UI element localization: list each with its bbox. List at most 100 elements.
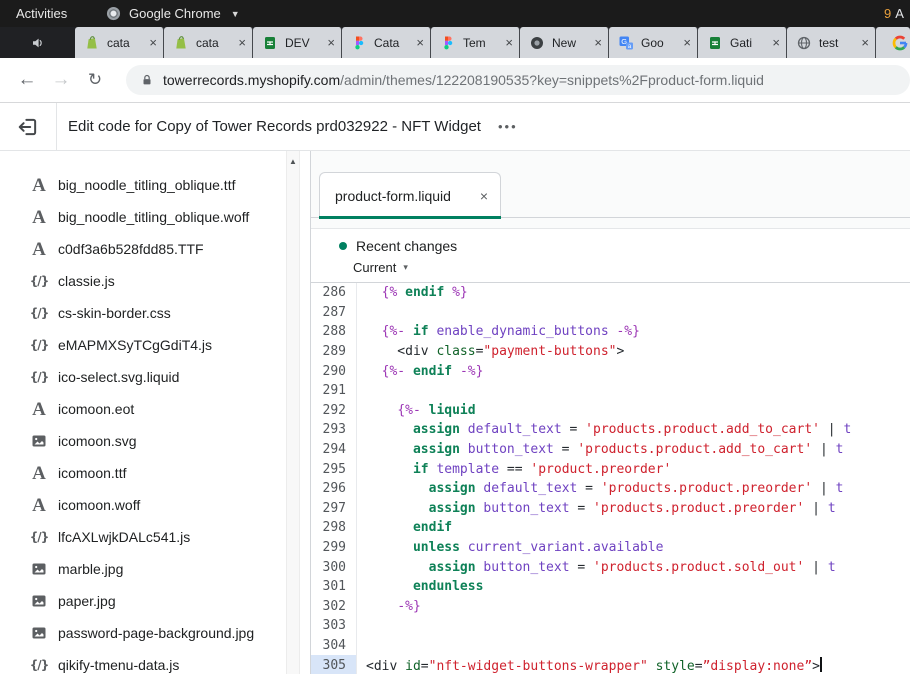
close-tab-icon[interactable]: ×	[416, 35, 424, 50]
more-actions-button[interactable]: •••	[498, 119, 518, 134]
editor-tab-product-form[interactable]: product-form.liquid ×	[319, 172, 501, 218]
file-item[interactable]: Abig_noodle_titling_oblique.woff	[0, 201, 310, 233]
file-item[interactable]: {/}eMAPMXSyTCgGdiT4.js	[0, 329, 310, 361]
code-file-icon: {/}	[28, 274, 50, 288]
code-line-297: 297 assign button_text = 'products.produ…	[311, 499, 910, 519]
lock-icon[interactable]	[140, 73, 154, 87]
file-item[interactable]: Aicomoon.ttf	[0, 457, 310, 489]
file-item[interactable]: {/}cs-skin-border.css	[0, 297, 310, 329]
file-item[interactable]: {/}ico-select.svg.liquid	[0, 361, 310, 393]
code-line-289: 289 <div class="payment-buttons">	[311, 342, 910, 362]
line-content: assign default_text = 'products.product.…	[357, 481, 843, 496]
line-content: endif	[357, 520, 452, 535]
close-tab-icon[interactable]: ×	[480, 188, 488, 204]
admin-header: Edit code for Copy of Tower Records prd0…	[0, 103, 910, 151]
image-file-icon	[28, 593, 50, 609]
file-item[interactable]: Aicomoon.eot	[0, 393, 310, 425]
exit-code-editor-button[interactable]	[11, 110, 45, 144]
font-file-icon: A	[28, 400, 50, 419]
system-clock[interactable]: 9A	[884, 6, 904, 21]
browser-tab-cata[interactable]: cata ×	[164, 27, 253, 58]
code-line-305: 305<div id="nft-widget-buttons-wrapper" …	[311, 655, 910, 674]
browser-tab-new[interactable]: New×	[520, 27, 609, 58]
close-tab-icon[interactable]: ×	[683, 35, 691, 50]
code-line-302: 302 -%}	[311, 597, 910, 617]
google-g-icon	[892, 35, 908, 51]
browser-tab-gati[interactable]: Gati×	[698, 27, 787, 58]
image-file-icon	[28, 433, 50, 449]
file-item[interactable]: marble.jpg	[0, 553, 310, 585]
tab-title: Tem	[463, 36, 501, 50]
close-tab-icon[interactable]: ×	[594, 35, 602, 50]
tab-title: cata	[196, 36, 234, 50]
line-content: endunless	[357, 579, 483, 594]
close-tab-icon[interactable]: ×	[149, 35, 157, 50]
editor-tab-bar: product-form.liquid ×	[311, 151, 910, 218]
file-item[interactable]: Abig_noodle_titling_oblique.ttf	[0, 169, 310, 201]
speaker-icon	[30, 35, 46, 51]
close-tab-icon[interactable]: ×	[327, 35, 335, 50]
tab-audio-indicator[interactable]	[0, 27, 75, 58]
version-dropdown[interactable]: Current ▾	[353, 260, 910, 275]
file-name: big_noodle_titling_oblique.ttf	[58, 177, 235, 193]
font-file-icon: A	[28, 464, 50, 483]
back-button[interactable]: ←	[10, 69, 44, 91]
scroll-up-icon[interactable]: ▲	[287, 157, 299, 166]
close-tab-icon[interactable]: ×	[238, 35, 246, 50]
file-name: cs-skin-border.css	[58, 305, 171, 321]
chevron-down-icon: ▾	[403, 262, 408, 273]
clock-number: 9	[884, 6, 891, 21]
forward-button[interactable]: →	[44, 69, 78, 91]
page-title: Edit code for Copy of Tower Records prd0…	[68, 118, 481, 135]
tab-title: Goo	[641, 36, 679, 50]
exit-icon	[17, 116, 39, 138]
file-item[interactable]: {/}lfcAXLwjkDALc541.js	[0, 521, 310, 553]
browser-tab-test[interactable]: test×	[787, 27, 876, 58]
browser-tab-partial[interactable]	[876, 27, 910, 58]
code-line-293: 293 assign default_text = 'products.prod…	[311, 420, 910, 440]
code-file-icon: {/}	[28, 530, 50, 544]
close-tab-icon[interactable]: ×	[861, 35, 869, 50]
file-item[interactable]: Ac0df3a6b528fdd85.TTF	[0, 233, 310, 265]
close-tab-icon[interactable]: ×	[772, 35, 780, 50]
shopify-icon	[173, 35, 189, 51]
sidebar-scrollbar[interactable]: ▲	[286, 151, 300, 674]
code-line-286: 286 {% endif %}	[311, 283, 910, 303]
close-tab-icon[interactable]: ×	[505, 35, 513, 50]
browser-tab-cata[interactable]: Cata×	[342, 27, 431, 58]
file-name: icomoon.woff	[58, 497, 140, 513]
reload-button[interactable]: ↻	[78, 70, 112, 90]
browser-tab-strip: cata×cata×DEV×Cata×Tem×New×GaGoo×Gati×te…	[0, 27, 910, 58]
code-file-icon: {/}	[28, 370, 50, 384]
browser-tab-dev[interactable]: DEV ×	[253, 27, 342, 58]
file-name: password-page-background.jpg	[58, 625, 254, 641]
file-name: icomoon.eot	[58, 401, 134, 417]
line-number: 292	[311, 401, 357, 421]
file-item[interactable]: password-page-background.jpg	[0, 617, 310, 649]
file-item[interactable]: {/}classie.js	[0, 265, 310, 297]
browser-tab-goo[interactable]: GaGoo×	[609, 27, 698, 58]
file-item[interactable]: icomoon.svg	[0, 425, 310, 457]
code-editor-panel: product-form.liquid × Recent changes Cur…	[310, 151, 910, 674]
editor-tab-label: product-form.liquid	[335, 188, 480, 204]
recent-changes-panel: Recent changes Current ▾	[311, 229, 910, 283]
code-line-291: 291	[311, 381, 910, 401]
line-number: 298	[311, 518, 357, 538]
divider	[311, 218, 910, 229]
browser-tab-cata[interactable]: cata×	[75, 27, 164, 58]
browser-tab-tem[interactable]: Tem ×	[431, 27, 520, 58]
line-number: 301	[311, 577, 357, 597]
line-number: 294	[311, 440, 357, 460]
file-item[interactable]: paper.jpg	[0, 585, 310, 617]
file-item[interactable]: Aicomoon.woff	[0, 489, 310, 521]
url-bar[interactable]: towerrecords.myshopify.com/admin/themes/…	[126, 65, 910, 95]
code-file-icon: {/}	[28, 338, 50, 352]
file-item[interactable]: {/}qikify-tmenu-data.js	[0, 649, 310, 674]
code-line-294: 294 assign button_text = 'products.produ…	[311, 440, 910, 460]
code-area[interactable]: 286 {% endif %}287288 {%- if enable_dyna…	[311, 283, 910, 674]
activities-button[interactable]: Activities	[0, 0, 83, 27]
tab-title: DEV	[285, 36, 323, 50]
line-number: 305	[311, 655, 357, 674]
app-menu[interactable]: Google Chrome ▼	[106, 6, 240, 21]
text-cursor	[820, 657, 822, 672]
